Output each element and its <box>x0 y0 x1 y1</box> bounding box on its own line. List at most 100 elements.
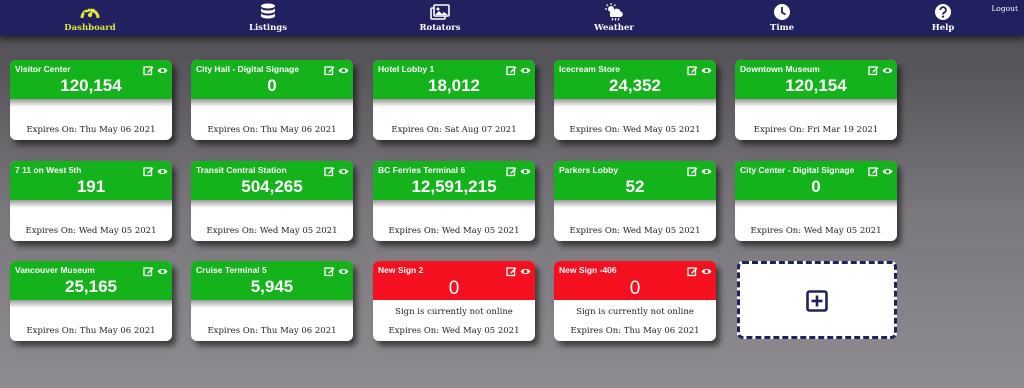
sign-card[interactable]: Transit Central Station 504,265 Expires On… <box>191 161 353 241</box>
sign-card[interactable]: Downtown Museum 120,154 Expires On: Fri Ma… <box>735 60 897 140</box>
sign-card[interactable]: Cruise Terminal 5 5,945 Expires On: Thu Ma… <box>191 261 353 341</box>
eye-icon[interactable] <box>157 164 168 175</box>
sign-card[interactable]: New Sign 2 0 Sign is currently not online E… <box>373 261 535 341</box>
eye-icon[interactable] <box>701 264 712 275</box>
sign-name: City Center - Digital Signage <box>740 165 855 175</box>
eye-icon[interactable] <box>157 63 168 74</box>
sign-card-band <box>735 99 897 107</box>
sign-card[interactable]: City Center - Digital Signage 0 Expires On… <box>735 161 897 241</box>
sign-card[interactable]: BC Ferries Terminal 6 12,591,215 Expires O… <box>373 161 535 241</box>
eye-icon[interactable] <box>520 63 531 74</box>
nav-listings[interactable]: Listings <box>218 3 318 35</box>
sign-card-tools <box>324 63 349 76</box>
nav-weather-label: Weather <box>594 23 634 33</box>
logout-link[interactable]: Logout <box>991 4 1018 13</box>
eye-icon[interactable] <box>520 164 531 175</box>
sign-expiry: Expires On: Fri Mar 19 2021 <box>753 125 879 135</box>
sign-name: Transit Central Station <box>196 165 287 175</box>
edit-icon[interactable] <box>324 63 335 76</box>
edit-icon[interactable] <box>506 63 517 76</box>
sign-status: Sign is currently not online <box>576 307 694 317</box>
top-nav: Dashboard Listings Rotators Weather Time… <box>0 0 1024 36</box>
sign-card[interactable]: Visitor Center 120,154 Expires On: Thu May… <box>10 60 172 140</box>
eye-icon[interactable] <box>520 264 531 275</box>
sign-card[interactable]: Hotel Lobby 1 18,012 Expires On: Sat Aug 0… <box>373 60 535 140</box>
sign-card-band <box>191 99 353 107</box>
eye-icon[interactable] <box>338 264 349 275</box>
add-sign-button[interactable] <box>737 261 897 339</box>
sign-expiry: Expires On: Wed May 05 2021 <box>569 226 701 236</box>
edit-icon[interactable] <box>143 63 154 76</box>
sign-expiry: Expires On: Wed May 05 2021 <box>25 226 157 236</box>
sign-card-tools <box>143 164 168 177</box>
sign-card-tools <box>687 63 712 76</box>
eye-icon[interactable] <box>338 164 349 175</box>
sign-view-count: 120,154 <box>60 76 122 95</box>
sign-view-count: 12,591,215 <box>411 177 497 196</box>
eye-icon[interactable] <box>701 63 712 74</box>
eye-icon[interactable] <box>701 164 712 175</box>
sign-card[interactable]: 7 11 on West 5th 191 Expires On: Wed May 0… <box>10 161 172 241</box>
sign-view-count: 0 <box>448 278 460 299</box>
sign-card-tools <box>143 264 168 277</box>
sign-card-tools <box>143 63 168 76</box>
sign-view-count: 120,154 <box>785 76 847 95</box>
edit-icon[interactable] <box>687 63 698 76</box>
nav-weather[interactable]: Weather <box>564 3 664 35</box>
edit-icon[interactable] <box>868 164 879 177</box>
sign-card-tools <box>687 264 712 277</box>
sign-card[interactable]: New Sign -406 0 Sign is currently not onli… <box>554 261 716 341</box>
edit-icon[interactable] <box>506 164 517 177</box>
sign-card-band <box>10 300 172 308</box>
sign-name: Vancouver Museum <box>15 265 95 275</box>
edit-icon[interactable] <box>868 63 879 76</box>
sign-name: Downtown Museum <box>740 64 820 74</box>
eye-icon[interactable] <box>882 164 893 175</box>
sign-card-tools <box>687 164 712 177</box>
sign-expiry: Expires On: Sat Aug 07 2021 <box>391 125 517 135</box>
edit-icon[interactable] <box>687 164 698 177</box>
question-circle-icon <box>935 4 951 20</box>
nav-rotators-label: Rotators <box>419 23 461 33</box>
sign-expiry: Expires On: Thu May 06 2021 <box>207 326 337 336</box>
sign-name: Icecream Store <box>559 64 620 74</box>
eye-icon[interactable] <box>338 63 349 74</box>
eye-icon[interactable] <box>157 264 168 275</box>
eye-icon[interactable] <box>882 63 893 74</box>
sign-expiry: Expires On: Thu May 06 2021 <box>26 326 156 336</box>
sign-name: Cruise Terminal 5 <box>196 265 267 275</box>
edit-icon[interactable] <box>687 264 698 277</box>
sign-view-count: 5,945 <box>250 277 294 296</box>
edit-icon[interactable] <box>324 264 335 277</box>
sign-card-band <box>10 200 172 208</box>
cloud-sun-rain-icon <box>605 3 623 21</box>
sign-view-count: 18,012 <box>428 76 480 95</box>
sign-card-tools <box>506 164 531 177</box>
nav-dashboard[interactable]: Dashboard <box>40 3 140 35</box>
images-icon <box>430 4 450 20</box>
sign-card[interactable]: Vancouver Museum 25,165 Expires On: Thu Ma… <box>10 261 172 341</box>
edit-icon[interactable] <box>143 264 154 277</box>
sign-card[interactable]: City Hall - Digital Signage 0 Expires On: … <box>191 60 353 140</box>
sign-view-count: 191 <box>76 177 106 196</box>
nav-dashboard-label: Dashboard <box>64 23 116 33</box>
edit-icon[interactable] <box>506 264 517 277</box>
nav-time[interactable]: Time <box>732 3 832 35</box>
plus-square-icon <box>806 290 828 312</box>
sign-card-band <box>554 99 716 107</box>
sign-card-tools <box>324 264 349 277</box>
sign-card-band <box>10 99 172 107</box>
sign-card-band <box>191 300 353 308</box>
sign-card-tools <box>868 63 893 76</box>
sign-name: City Hall - Digital Signage <box>196 64 299 74</box>
sign-card[interactable]: Icecream Store 24,352 Expires On: Wed May … <box>554 60 716 140</box>
sign-name: Visitor Center <box>15 64 71 74</box>
sign-name: Hotel Lobby 1 <box>378 64 435 74</box>
nav-help[interactable]: Help <box>893 3 993 35</box>
nav-rotators[interactable]: Rotators <box>390 3 490 35</box>
edit-icon[interactable] <box>324 164 335 177</box>
sign-card[interactable]: Parkers Lobby 52 Expires On: Wed May 05 20… <box>554 161 716 241</box>
sign-name: New Sign 2 <box>378 265 424 275</box>
edit-icon[interactable] <box>143 164 154 177</box>
sign-card-tools <box>868 164 893 177</box>
